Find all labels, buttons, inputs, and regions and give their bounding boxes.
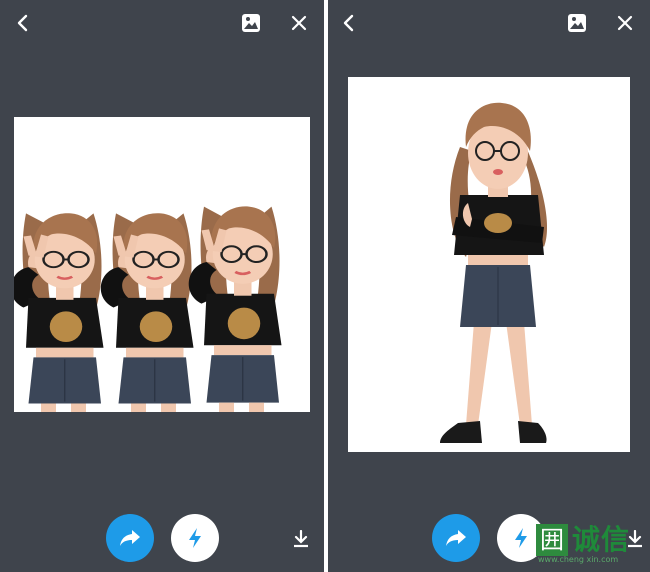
sticker-button[interactable] [238,10,264,36]
left-shoe [440,421,482,443]
sticker-button[interactable] [564,10,590,36]
right-shoe [518,421,547,443]
flash-button[interactable] [171,514,219,562]
watermark-brand: 诚信 [572,523,631,556]
share-arrow-icon [446,530,466,546]
image-sticker-icon [242,14,260,32]
watermark-logo: 囲 [536,524,568,556]
close-button[interactable] [612,10,638,36]
avatar-figure-1 [14,211,106,412]
watermark-url: www.cheng xin.com [538,555,619,564]
right-preview-panel [328,0,650,572]
avatar-figure-3 [187,204,284,412]
close-button[interactable] [286,10,312,36]
share-arrow-icon [120,530,140,546]
download-icon [294,530,308,548]
back-button[interactable] [10,10,36,36]
close-icon [617,15,633,31]
chevron-left-icon [17,14,28,32]
close-icon [291,15,307,31]
standing-avatar-illustration [440,102,548,443]
avatar-image-preview [14,117,310,412]
lightning-icon [189,528,201,548]
avatar-figure-2 [99,211,196,412]
left-preview-panel [0,0,324,572]
lightning-icon [515,528,527,548]
download-button[interactable] [290,528,312,550]
watermark: 囲 诚信 www.cheng xin.com [530,522,650,564]
chevron-left-icon [343,14,354,32]
share-button[interactable] [432,514,480,562]
avatar-image-preview [348,77,630,452]
back-button[interactable] [336,10,362,36]
three-avatars-illustration [14,204,284,412]
image-sticker-icon [568,14,586,32]
share-button[interactable] [106,514,154,562]
